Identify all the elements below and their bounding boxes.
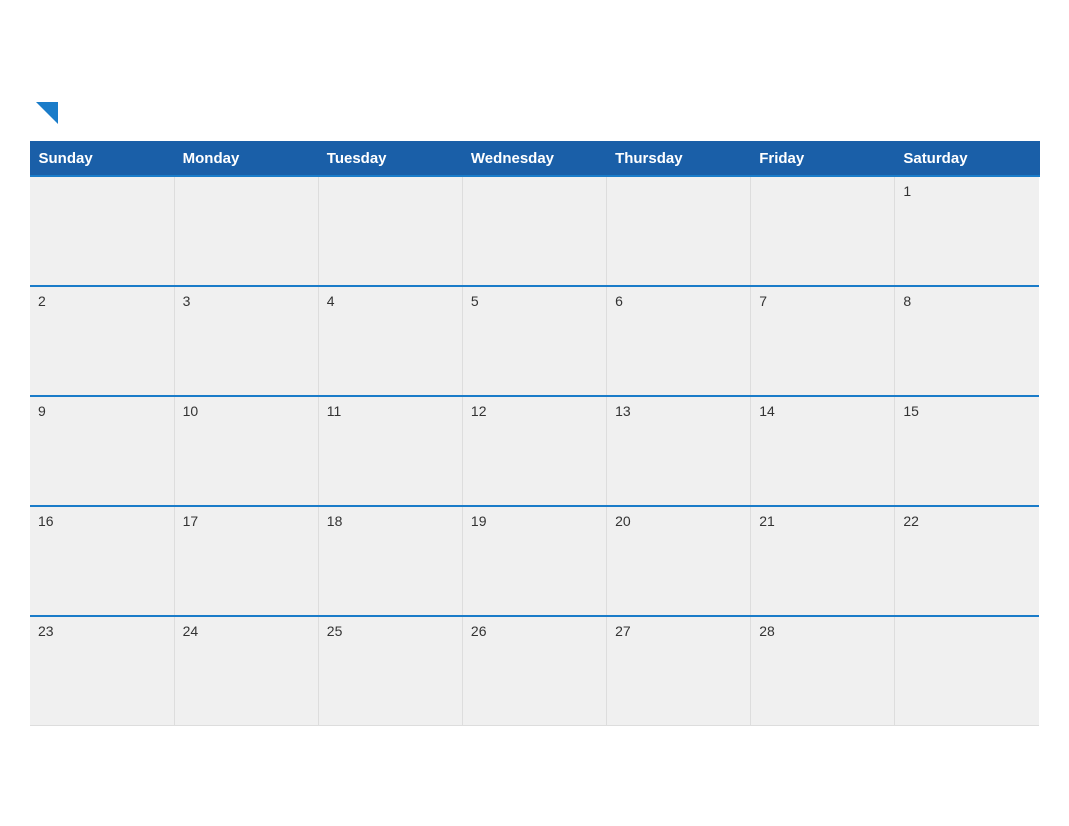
day-number: 4 [327,293,335,309]
calendar-day-cell: 6 [607,286,751,396]
day-number: 12 [471,403,487,419]
day-number: 28 [759,623,775,639]
day-number: 9 [38,403,46,419]
calendar-day-cell [895,616,1039,726]
day-number: 19 [471,513,487,529]
calendar-week-row: 9 10 11 12 13 14 15 [30,396,1039,506]
calendar-day-cell: 2 [30,286,174,396]
calendar-day-cell: 3 [174,286,318,396]
weekday-header-friday: Friday [751,141,895,176]
day-number: 1 [903,183,911,199]
weekday-header-row: SundayMondayTuesdayWednesdayThursdayFrid… [30,141,1039,176]
calendar-day-cell: 17 [174,506,318,616]
day-number: 10 [183,403,199,419]
calendar-day-cell: 24 [174,616,318,726]
day-number: 14 [759,403,775,419]
calendar-day-cell: 8 [895,286,1039,396]
calendar-day-cell: 16 [30,506,174,616]
day-number: 8 [903,293,911,309]
calendar-day-cell [607,176,751,286]
calendar-day-cell: 21 [751,506,895,616]
day-number: 3 [183,293,191,309]
calendar-week-row: 23 24 25 26 27 28 [30,616,1039,726]
day-number: 6 [615,293,623,309]
weekday-header-wednesday: Wednesday [462,141,606,176]
day-number: 17 [183,513,199,529]
calendar-week-row: 1 [30,176,1039,286]
day-number: 22 [903,513,919,529]
calendar-day-cell: 18 [318,506,462,616]
calendar-day-cell: 14 [751,396,895,506]
logo-triangle-icon [36,102,58,124]
weekday-header-saturday: Saturday [895,141,1039,176]
calendar-day-cell [462,176,606,286]
calendar-day-cell: 4 [318,286,462,396]
day-number: 5 [471,293,479,309]
day-number: 26 [471,623,487,639]
day-number: 21 [759,513,775,529]
day-number: 2 [38,293,46,309]
day-number: 18 [327,513,343,529]
calendar-day-cell: 11 [318,396,462,506]
day-number: 24 [183,623,199,639]
weekday-header-sunday: Sunday [30,141,174,176]
calendar-day-cell: 23 [30,616,174,726]
calendar-day-cell [751,176,895,286]
calendar-day-cell: 28 [751,616,895,726]
day-number: 25 [327,623,343,639]
weekday-header-monday: Monday [174,141,318,176]
calendar-header [30,100,1040,129]
weekday-header-thursday: Thursday [607,141,751,176]
day-number: 16 [38,513,54,529]
day-number: 11 [327,403,342,419]
calendar-day-cell: 10 [174,396,318,506]
calendar-week-row: 2 3 4 5 6 7 8 [30,286,1039,396]
calendar-day-cell: 15 [895,396,1039,506]
calendar-day-cell: 22 [895,506,1039,616]
calendar-day-cell: 26 [462,616,606,726]
calendar-day-cell: 27 [607,616,751,726]
day-number: 23 [38,623,54,639]
calendar-day-cell: 1 [895,176,1039,286]
calendar-day-cell: 20 [607,506,751,616]
calendar-day-cell [174,176,318,286]
calendar-day-cell: 13 [607,396,751,506]
day-number: 20 [615,513,631,529]
day-number: 27 [615,623,631,639]
calendar-table: SundayMondayTuesdayWednesdayThursdayFrid… [30,141,1040,727]
weekday-header-tuesday: Tuesday [318,141,462,176]
day-number: 13 [615,403,631,419]
calendar-day-cell: 5 [462,286,606,396]
day-number: 15 [903,403,919,419]
day-number: 7 [759,293,767,309]
calendar-day-cell: 25 [318,616,462,726]
calendar-day-cell: 7 [751,286,895,396]
calendar-day-cell [30,176,174,286]
logo-container [34,100,58,129]
logo [34,100,58,129]
calendar-week-row: 16 17 18 19 20 21 22 [30,506,1039,616]
calendar-day-cell [318,176,462,286]
calendar-day-cell: 12 [462,396,606,506]
calendar-wrapper: SundayMondayTuesdayWednesdayThursdayFrid… [20,90,1050,736]
calendar-day-cell: 19 [462,506,606,616]
calendar-day-cell: 9 [30,396,174,506]
